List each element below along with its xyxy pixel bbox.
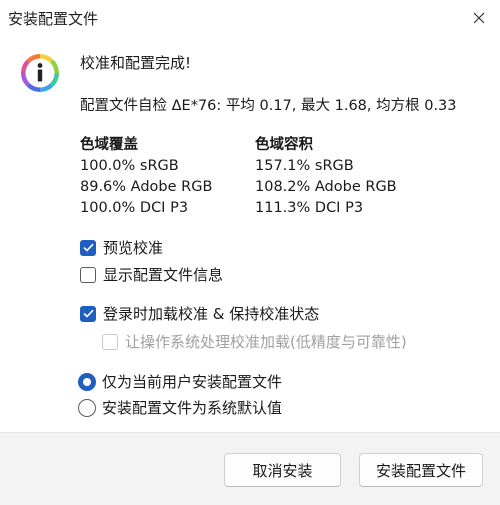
checkbox-checked-icon[interactable] [80, 239, 96, 256]
checkbox-checked-icon[interactable] [80, 305, 96, 322]
install-system-default-option[interactable]: 安装配置文件为系统默认值 [78, 397, 282, 418]
title-bar: 安装配置文件 [0, 0, 500, 36]
close-button[interactable] [458, 0, 500, 36]
install-system-default-label: 安装配置文件为系统默认值 [102, 399, 283, 417]
install-current-user-option[interactable]: 仅为当前用户安装配置文件 [78, 371, 282, 392]
load-on-login-option[interactable]: 登录时加载校准 & 保持校准状态 [80, 303, 319, 324]
show-profile-info-option[interactable]: 显示配置文件信息 [80, 264, 223, 285]
os-handle-calibration-label: 让操作系统处理校准加载(低精度与可靠性) [125, 333, 407, 351]
cancel-install-button[interactable]: 取消安装 [224, 453, 341, 487]
dialog-footer: 取消安装 安装配置文件 [0, 432, 500, 505]
radio-selected-icon[interactable] [78, 372, 96, 391]
gamut-coverage-row: 89.6% Adobe RGB [80, 179, 213, 195]
gamut-volume-section: 色域容积 157.1% sRGB 108.2% Adobe RGB 111.3%… [255, 135, 397, 219]
preview-calibration-label: 预览校准 [103, 239, 164, 257]
radio-unselected-icon[interactable] [78, 398, 96, 417]
preview-calibration-option[interactable]: 预览校准 [80, 237, 163, 258]
os-handle-calibration-option[interactable]: 让操作系统处理校准加载(低精度与可靠性) [102, 331, 407, 352]
load-on-login-label: 登录时加载校准 & 保持校准状态 [103, 305, 320, 323]
install-current-user-label: 仅为当前用户安装配置文件 [102, 373, 283, 391]
gamut-coverage-row: 100.0% sRGB [80, 158, 179, 174]
checkbox-disabled-icon[interactable] [102, 333, 118, 350]
gamut-coverage-section: 色域覆盖 100.0% sRGB 89.6% Adobe RGB 100.0% … [80, 135, 212, 219]
completion-heading: 校准和配置完成! [80, 54, 192, 72]
checkbox-unchecked-icon[interactable] [80, 266, 96, 283]
install-profile-dialog: 安装配置文件 校准和配置完成! 配置文件自检 ΔE*76: 平均 0.17, 最… [0, 0, 500, 505]
gamut-volume-row: 111.3% DCI P3 [255, 200, 364, 216]
gamut-coverage-row: 100.0% DCI P3 [80, 200, 189, 216]
close-icon [473, 12, 485, 24]
delta-e-summary: 配置文件自检 ΔE*76: 平均 0.17, 最大 1.68, 均方根 0.33 [80, 98, 457, 114]
gamut-coverage-title: 色域覆盖 [80, 137, 138, 153]
gamut-volume-title: 色域容积 [255, 137, 313, 153]
gamut-volume-row: 108.2% Adobe RGB [255, 179, 397, 195]
show-profile-info-label: 显示配置文件信息 [103, 266, 224, 284]
gamut-volume-row: 157.1% sRGB [255, 158, 354, 174]
install-profile-button[interactable]: 安装配置文件 [359, 453, 483, 487]
window-title: 安装配置文件 [8, 10, 99, 28]
info-icon [21, 54, 59, 92]
